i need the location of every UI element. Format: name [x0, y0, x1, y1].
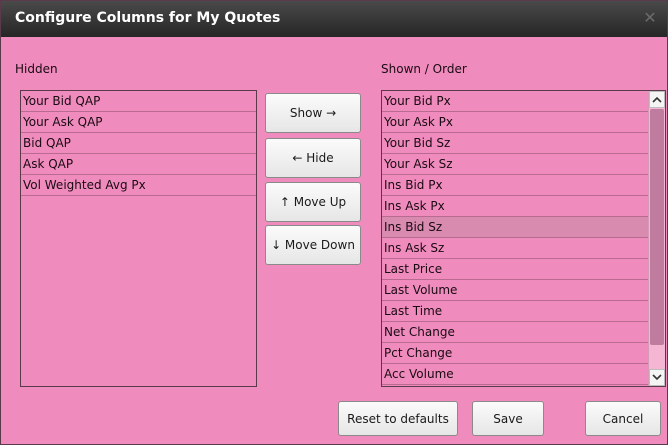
scroll-up-button[interactable] — [649, 91, 665, 108]
list-item[interactable]: Your Bid QAP — [21, 91, 256, 112]
hide-button[interactable]: ← Hide — [265, 138, 361, 178]
save-button[interactable]: Save — [472, 401, 544, 436]
list-item[interactable]: Pct Change — [382, 343, 648, 364]
dialog-title: Configure Columns for My Quotes — [15, 10, 281, 26]
configure-columns-dialog: Configure Columns for My Quotes ✕ Hidden… — [0, 0, 668, 445]
reset-defaults-button[interactable]: Reset to defaults — [338, 401, 458, 436]
list-item[interactable]: Ins Ask Px — [382, 196, 648, 217]
hidden-label: Hidden — [15, 62, 58, 76]
list-item[interactable]: Your Bid Sz — [382, 133, 648, 154]
close-icon[interactable]: ✕ — [641, 9, 659, 27]
list-item[interactable]: Last Price — [382, 259, 648, 280]
move-up-button[interactable]: ↑ Move Up — [265, 182, 361, 222]
list-item[interactable]: Your Ask QAP — [21, 112, 256, 133]
list-item[interactable]: Your Ask Sz — [382, 154, 648, 175]
show-button[interactable]: Show → — [265, 93, 361, 133]
list-item[interactable]: Net Change — [382, 322, 648, 343]
list-item[interactable]: Acc Volume — [382, 364, 648, 385]
list-item[interactable]: Bid QAP — [21, 133, 256, 154]
list-item[interactable]: Vol Weighted Avg Px — [21, 175, 256, 196]
scrollbar-thumb[interactable] — [650, 109, 664, 345]
list-item[interactable]: Last Volume — [382, 280, 648, 301]
shown-items-container: Your Bid Px Your Ask Px Your Bid Sz Your… — [382, 91, 648, 385]
list-item[interactable]: Ins Bid Px — [382, 175, 648, 196]
chevron-down-icon — [652, 374, 662, 381]
list-item[interactable]: Last Time — [382, 301, 648, 322]
list-item[interactable]: Ask QAP — [21, 154, 256, 175]
shown-order-label: Shown / Order — [381, 62, 467, 76]
list-item[interactable]: Your Bid Px — [382, 91, 648, 112]
shown-columns-list[interactable]: Your Bid Px Your Ask Px Your Bid Sz Your… — [381, 90, 666, 387]
title-bar: Configure Columns for My Quotes ✕ — [1, 1, 667, 37]
list-item[interactable]: Ins Ask Sz — [382, 238, 648, 259]
vertical-scrollbar[interactable] — [648, 91, 665, 386]
move-down-button[interactable]: ↓ Move Down — [265, 225, 361, 265]
list-item[interactable]: Your Ask Px — [382, 112, 648, 133]
scroll-down-button[interactable] — [649, 369, 665, 386]
list-item-selected[interactable]: Ins Bid Sz — [382, 217, 648, 238]
hidden-columns-list[interactable]: Your Bid QAP Your Ask QAP Bid QAP Ask QA… — [20, 90, 257, 387]
chevron-up-icon — [652, 96, 662, 103]
cancel-button[interactable]: Cancel — [585, 401, 661, 436]
